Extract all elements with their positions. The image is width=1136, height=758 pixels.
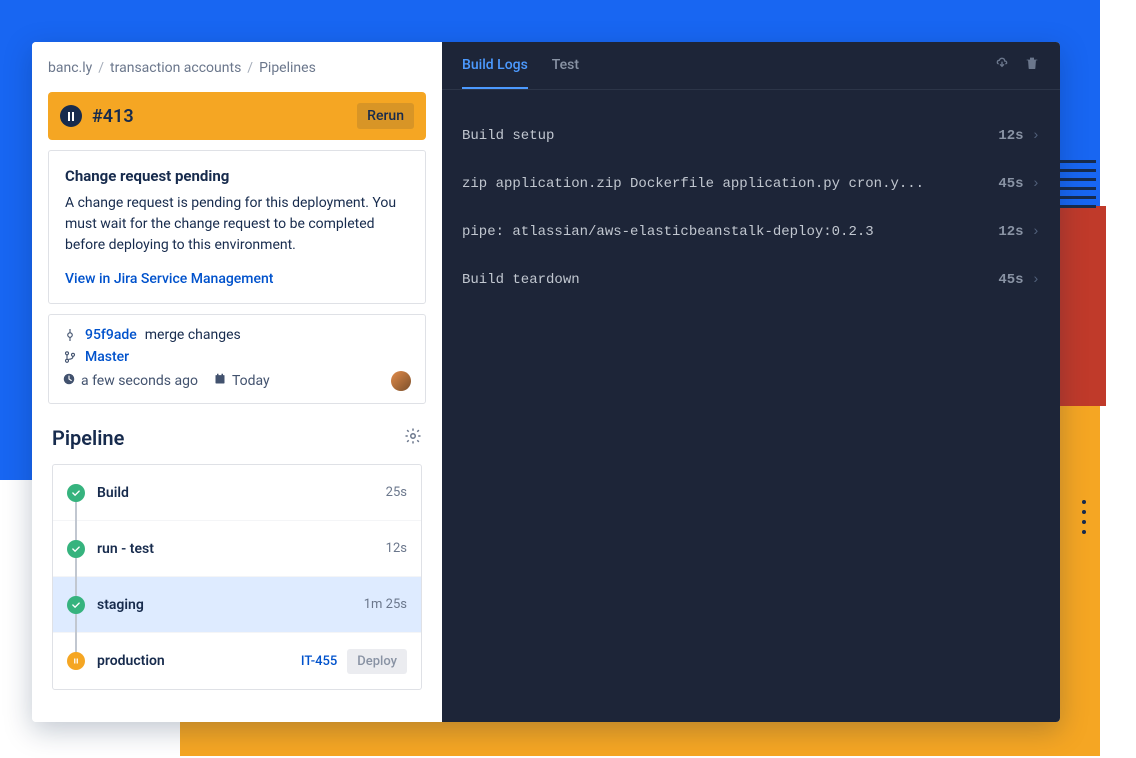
log-duration: 45s: [998, 176, 1023, 192]
chevron-right-icon: ›: [1032, 176, 1040, 192]
log-line[interactable]: zip application.zip Dockerfile applicati…: [462, 160, 1040, 208]
calendar-icon: [214, 373, 226, 389]
stage-duration: 12s: [386, 541, 407, 556]
tab-build-logs[interactable]: Build Logs: [462, 42, 528, 89]
pipeline-section: Pipeline Build 25s: [48, 426, 426, 690]
log-text: pipe: atlassian/aws-elasticbeanstalk-dep…: [462, 224, 998, 240]
gear-icon[interactable]: [404, 427, 422, 449]
stage-name: staging: [97, 597, 364, 613]
log-line[interactable]: Build setup 12s ›: [462, 112, 1040, 160]
log-duration: 12s: [998, 128, 1023, 144]
change-request-card: Change request pending A change request …: [48, 150, 426, 304]
right-actions: [994, 55, 1040, 76]
right-panel: Build Logs Test Build setup 12s › zip ap…: [442, 42, 1060, 722]
left-panel: banc.ly / transaction accounts / Pipelin…: [32, 42, 442, 722]
clock-icon: [63, 373, 75, 389]
log-duration: 45s: [998, 272, 1023, 288]
right-header: Build Logs Test: [442, 42, 1060, 90]
branch-icon: [63, 351, 77, 363]
tab-test[interactable]: Test: [552, 42, 579, 89]
stage-name: Build: [97, 485, 386, 501]
log-duration: 12s: [998, 224, 1023, 240]
build-logs: Build setup 12s › zip application.zip Do…: [442, 90, 1060, 326]
stage-build[interactable]: Build 25s: [53, 465, 421, 521]
trash-icon[interactable]: [1024, 55, 1040, 76]
app-window: banc.ly / transaction accounts / Pipelin…: [32, 42, 1060, 722]
commit-icon: [63, 329, 77, 341]
stage-duration: 1m 25s: [364, 597, 407, 612]
commit-date: Today: [232, 373, 270, 389]
tabs: Build Logs Test: [462, 42, 579, 89]
check-icon: [67, 596, 85, 614]
branch-name[interactable]: Master: [85, 349, 129, 365]
avatar[interactable]: [391, 371, 411, 391]
breadcrumb-separator: /: [247, 60, 253, 76]
background-stripes: [1056, 160, 1096, 209]
stage-production[interactable]: production IT-455 Deploy: [53, 633, 421, 689]
background-dots: [1082, 500, 1086, 534]
deploy-button[interactable]: Deploy: [347, 649, 407, 674]
stage-name: run - test: [97, 541, 386, 557]
notice-link[interactable]: View in Jira Service Management: [65, 271, 273, 287]
log-text: zip application.zip Dockerfile applicati…: [462, 176, 998, 192]
pipeline-heading: Pipeline: [52, 426, 124, 450]
chevron-right-icon: ›: [1032, 128, 1040, 144]
rerun-button[interactable]: Rerun: [357, 103, 414, 129]
chevron-right-icon: ›: [1032, 272, 1040, 288]
commit-time-ago: a few seconds ago: [81, 373, 198, 389]
log-line[interactable]: pipe: atlassian/aws-elasticbeanstalk-dep…: [462, 208, 1040, 256]
chevron-right-icon: ›: [1032, 224, 1040, 240]
breadcrumb-project[interactable]: banc.ly: [48, 60, 92, 76]
stage-name: production: [97, 653, 301, 669]
commit-message: merge changes: [145, 327, 241, 343]
breadcrumb-repo[interactable]: transaction accounts: [110, 60, 241, 76]
stage-duration: 25s: [386, 485, 407, 500]
pipeline-stages: Build 25s run - test 12s stagi: [52, 464, 422, 690]
log-text: Build teardown: [462, 272, 998, 288]
commit-hash[interactable]: 95f9ade: [85, 327, 137, 343]
breadcrumb-separator: /: [98, 60, 104, 76]
download-icon[interactable]: [994, 55, 1010, 76]
notice-title: Change request pending: [65, 167, 409, 185]
ticket-link[interactable]: IT-455: [301, 654, 337, 669]
stage-staging[interactable]: staging 1m 25s: [53, 577, 421, 633]
log-line[interactable]: Build teardown 45s ›: [462, 256, 1040, 304]
background-red: [1060, 206, 1106, 406]
notice-body: A change request is pending for this dep…: [65, 193, 409, 256]
breadcrumb: banc.ly / transaction accounts / Pipelin…: [48, 60, 426, 76]
pause-icon: [60, 105, 82, 127]
check-icon: [67, 540, 85, 558]
run-header: #413 Rerun: [48, 92, 426, 140]
stage-runtest[interactable]: run - test 12s: [53, 521, 421, 577]
check-icon: [67, 484, 85, 502]
log-text: Build setup: [462, 128, 998, 144]
pause-icon: [67, 652, 85, 670]
breadcrumb-page[interactable]: Pipelines: [259, 60, 316, 76]
commit-card: 95f9ade merge changes Master a few secon…: [48, 314, 426, 404]
run-id: #413: [92, 106, 357, 127]
